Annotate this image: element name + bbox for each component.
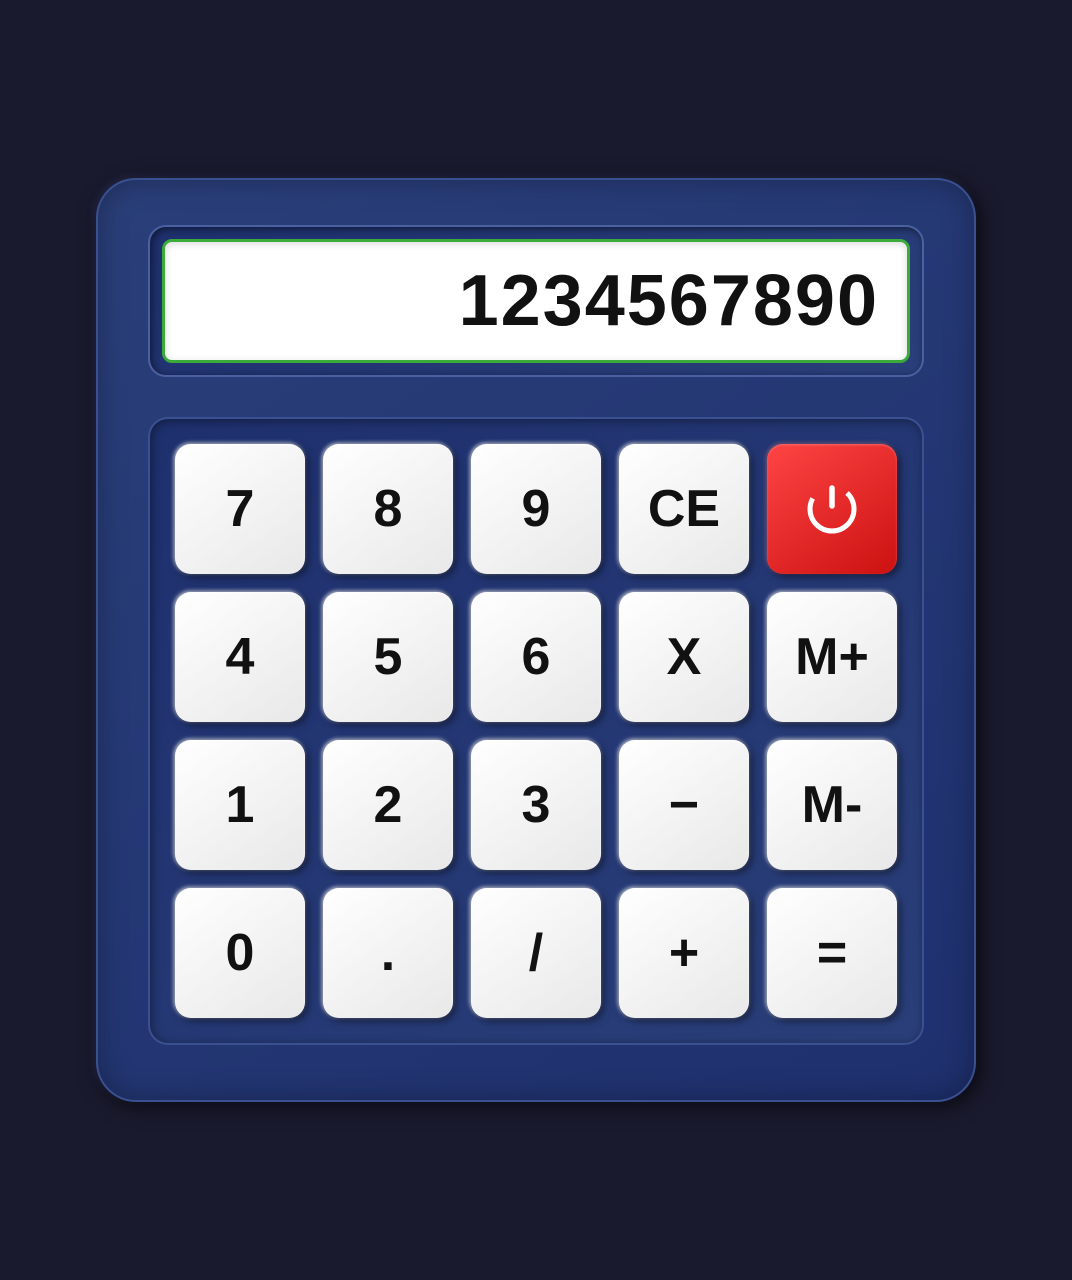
- power-icon: [801, 478, 863, 540]
- calculator: 1234567890 7 8 9 CE 4 5 6 X M+ 1 2: [96, 178, 976, 1102]
- btn-ce[interactable]: CE: [619, 444, 749, 574]
- btn-equals[interactable]: =: [767, 888, 897, 1018]
- btn-power[interactable]: [767, 444, 897, 574]
- btn-7[interactable]: 7: [175, 444, 305, 574]
- display-value: 1234567890: [459, 260, 879, 342]
- btn-divide[interactable]: /: [471, 888, 601, 1018]
- btn-4[interactable]: 4: [175, 592, 305, 722]
- btn-9[interactable]: 9: [471, 444, 601, 574]
- display-wrapper: 1234567890: [148, 225, 924, 377]
- keypad-wrapper: 7 8 9 CE 4 5 6 X M+ 1 2 3 − M- 0: [148, 417, 924, 1045]
- btn-2[interactable]: 2: [323, 740, 453, 870]
- btn-multiply[interactable]: X: [619, 592, 749, 722]
- btn-5[interactable]: 5: [323, 592, 453, 722]
- btn-0[interactable]: 0: [175, 888, 305, 1018]
- btn-1[interactable]: 1: [175, 740, 305, 870]
- btn-dot[interactable]: .: [323, 888, 453, 1018]
- btn-3[interactable]: 3: [471, 740, 601, 870]
- btn-minus[interactable]: −: [619, 740, 749, 870]
- btn-plus[interactable]: +: [619, 888, 749, 1018]
- btn-mplus[interactable]: M+: [767, 592, 897, 722]
- btn-8[interactable]: 8: [323, 444, 453, 574]
- btn-mminus[interactable]: M-: [767, 740, 897, 870]
- btn-6[interactable]: 6: [471, 592, 601, 722]
- display-screen: 1234567890: [162, 239, 910, 363]
- keypad: 7 8 9 CE 4 5 6 X M+ 1 2 3 − M- 0: [175, 444, 897, 1018]
